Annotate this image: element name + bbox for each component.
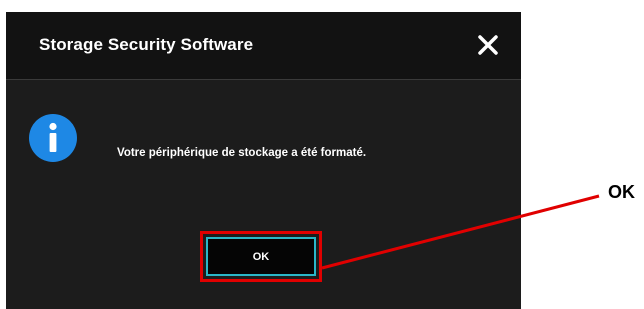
dialog-message: Votre périphérique de stockage a été for… — [117, 147, 367, 159]
dialog-title: Storage Security Software — [39, 35, 254, 54]
ok-button[interactable]: OK — [206, 237, 316, 276]
callout-label: OK — [608, 182, 635, 202]
info-icon — [29, 114, 77, 162]
close-icon[interactable] — [472, 29, 504, 61]
dialog-titlebar: Storage Security Software — [6, 12, 521, 80]
